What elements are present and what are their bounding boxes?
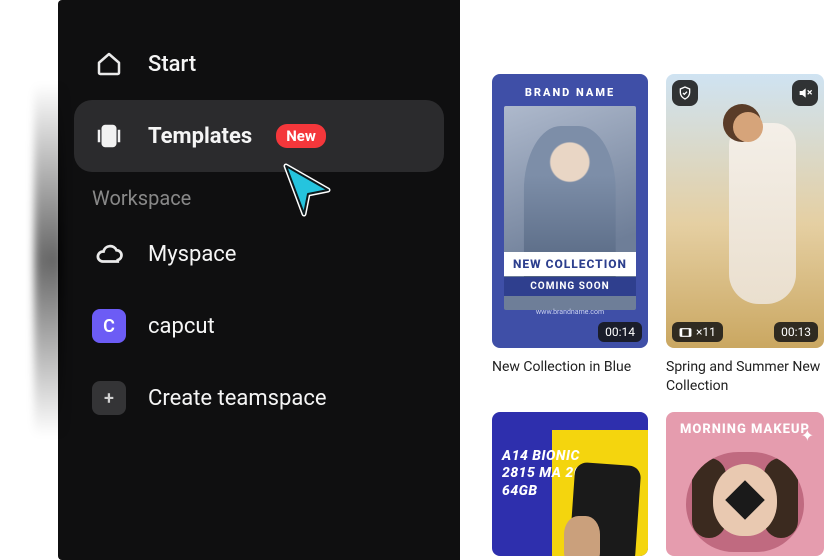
nav-label: capcut (148, 314, 215, 339)
nav-start[interactable]: Start (74, 28, 444, 100)
template-card[interactable]: ×11 00:13 Spring and Summer New Collecti… (666, 74, 824, 396)
nav-myspace[interactable]: Myspace (74, 218, 444, 290)
duration-badge: 00:13 (774, 322, 818, 342)
template-thumbnail[interactable]: MORNING MAKEUP ✦ (666, 412, 824, 556)
plus-glyph: + (92, 381, 126, 415)
thumb-figure (729, 123, 795, 304)
new-badge: New (276, 124, 326, 148)
template-card[interactable]: BRAND NAME NEW COLLECTION COMING SOON ww… (492, 74, 648, 396)
plus-icon: + (92, 381, 126, 415)
sidebar-section-label: Workspace (74, 172, 444, 218)
thumb-figure-head (733, 112, 763, 142)
template-thumbnail[interactable]: A14 BIONIC 2815 MA 20W 64GB (492, 412, 648, 556)
nav-create-teamspace[interactable]: + Create teamspace (74, 362, 444, 434)
templates-icon (92, 119, 126, 153)
thumb-hand (564, 516, 600, 556)
nav-capcut[interactable]: C capcut (74, 290, 444, 362)
thumb-headline: NEW COLLECTION (504, 252, 636, 276)
clip-count-badge: ×11 (672, 322, 723, 342)
sparkle-icon: ✦ (801, 426, 814, 445)
avatar-initial: C (92, 309, 126, 343)
thumb-portrait (686, 452, 804, 552)
home-icon (92, 47, 126, 81)
shield-icon (672, 80, 698, 106)
sidebar: Start Templates New Workspace Myspace C … (58, 0, 460, 560)
thumb-subhead: COMING SOON (504, 277, 636, 296)
app-root: BRAND NAME NEW COLLECTION COMING SOON ww… (0, 0, 840, 560)
clip-count-text: ×11 (696, 325, 716, 339)
duration-badge: 00:14 (598, 322, 642, 342)
template-card[interactable]: MORNING MAKEUP ✦ (666, 412, 824, 556)
nav-label: Myspace (148, 242, 236, 267)
brand-name-text: BRAND NAME (492, 74, 648, 99)
template-card[interactable]: A14 BIONIC 2815 MA 20W 64GB (492, 412, 648, 556)
thumb-url: www.brandname.com (492, 308, 648, 316)
nav-label: Start (148, 52, 196, 77)
template-title: Spring and Summer New Collection (666, 358, 824, 396)
nav-label: Templates (148, 124, 252, 149)
cloud-icon (92, 237, 126, 271)
template-title: New Collection in Blue (492, 358, 648, 377)
mute-icon[interactable] (792, 80, 818, 106)
template-grid: BRAND NAME NEW COLLECTION COMING SOON ww… (492, 74, 826, 556)
template-thumbnail[interactable]: BRAND NAME NEW COLLECTION COMING SOON ww… (492, 74, 648, 348)
nav-templates[interactable]: Templates New (74, 100, 444, 172)
templates-content: BRAND NAME NEW COLLECTION COMING SOON ww… (460, 0, 840, 560)
template-thumbnail[interactable]: ×11 00:13 (666, 74, 824, 348)
nav-label: Create teamspace (148, 386, 327, 411)
workspace-avatar: C (92, 309, 126, 343)
